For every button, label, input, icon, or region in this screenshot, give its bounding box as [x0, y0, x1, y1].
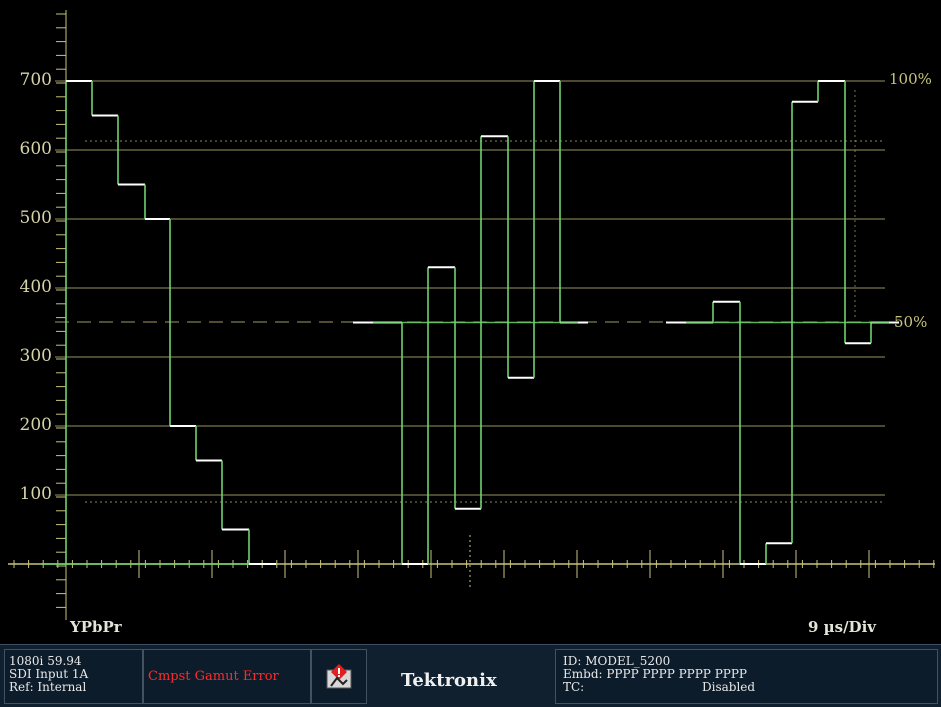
y-label-600: 600: [19, 139, 52, 159]
timecode-row: TC: Disabled: [563, 681, 937, 694]
color-space-label: YPbPr: [70, 618, 122, 636]
y-label-400: 400: [19, 277, 52, 297]
y-label-300: 300: [19, 346, 52, 366]
percent-100-label: 100%: [889, 70, 932, 88]
timecode-value: Disabled: [702, 680, 756, 694]
device-info-panel[interactable]: ID: MODEL_5200 Embd: PPPP PPPP PPPP PPPP…: [555, 649, 938, 704]
time-scale-label: 9 µs/Div: [808, 618, 876, 636]
alarm-panel[interactable]: [311, 649, 367, 704]
y-label-100: 100: [19, 484, 52, 504]
y-label-200: 200: [19, 415, 52, 435]
reference-source: Ref: Internal: [9, 680, 87, 694]
waveform-display: [8, 10, 935, 620]
alarm-bell-icon: [326, 664, 352, 689]
tektronix-logo: Tektronix: [401, 670, 497, 691]
signal-info-panel[interactable]: 1080i 59.94 SDI Input 1A Ref: Internal: [4, 649, 143, 704]
timecode-label: TC:: [563, 680, 585, 694]
gamut-error-text: Cmpst Gamut Error: [148, 669, 279, 684]
y-label-700: 700: [19, 70, 52, 90]
error-panel[interactable]: Cmpst Gamut Error: [143, 649, 311, 704]
y-label-500: 500: [19, 208, 52, 228]
waveform-traces: [41, 80, 899, 565]
percent-50-label: 50%: [894, 313, 928, 331]
